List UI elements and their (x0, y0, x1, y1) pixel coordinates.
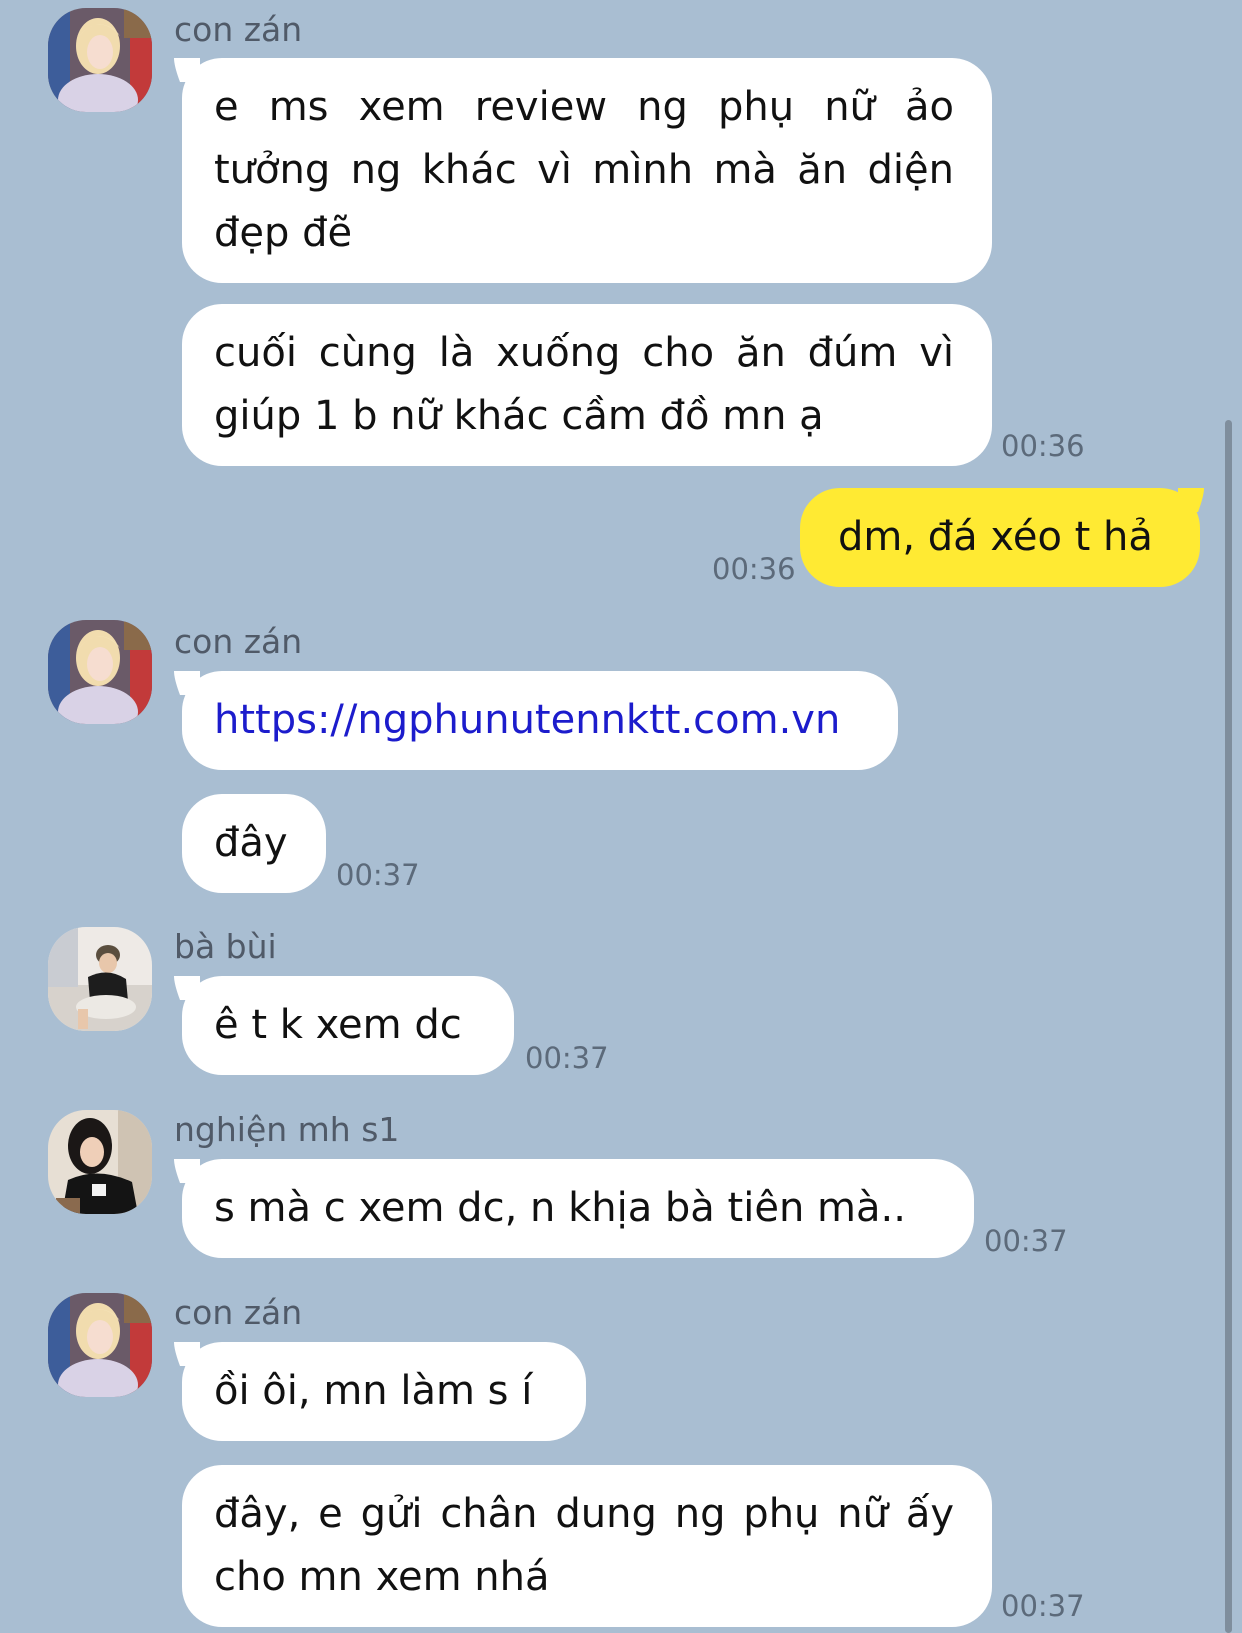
link-message-bubble[interactable]: https://ngphunutennktt.com.vn (182, 671, 898, 770)
message-time: 00:37 (1001, 1589, 1085, 1623)
sender-name: nghiện mh s1 (174, 1110, 400, 1149)
message-bubble[interactable]: ồi ôi, mn làm s í (182, 1342, 586, 1441)
sender-name: con zán (174, 10, 303, 49)
sender-name: bà bùi (174, 927, 277, 966)
scrollbar[interactable] (1225, 420, 1232, 1633)
message-time: 00:36 (712, 552, 796, 586)
message-time: 00:37 (984, 1224, 1068, 1258)
avatar-con-zan[interactable] (48, 620, 152, 724)
message-bubble[interactable]: đây, e gửi chân dung ng phụ nữ ấy cho mn… (182, 1465, 992, 1627)
outgoing-message-bubble[interactable]: dm, đá xéo t hả (800, 488, 1200, 587)
message-time: 00:37 (336, 858, 420, 892)
sender-name: con zán (174, 622, 303, 661)
chat-area[interactable]: con zán e ms xem review ng phụ nữ ảo tưở… (0, 0, 1242, 1633)
avatar-con-zan[interactable] (48, 8, 152, 112)
message-bubble[interactable]: đây (182, 794, 326, 893)
avatar-ba-bui[interactable] (48, 927, 152, 1031)
sender-name: con zán (174, 1293, 303, 1332)
avatar-nghien-mh[interactable] (48, 1110, 152, 1214)
message-time: 00:36 (1001, 429, 1085, 463)
message-bubble[interactable]: cuối cùng là xuống cho ăn đúm vì giúp 1 … (182, 304, 992, 466)
message-link[interactable]: https://ngphunutennktt.com.vn (214, 697, 840, 743)
message-bubble[interactable]: s mà c xem dc, n khịa bà tiên mà.. (182, 1159, 974, 1258)
avatar-con-zan[interactable] (48, 1293, 152, 1397)
message-time: 00:37 (525, 1041, 609, 1075)
message-bubble[interactable]: ê t k xem dc (182, 976, 514, 1075)
message-bubble[interactable]: e ms xem review ng phụ nữ ảo tưởng ng kh… (182, 58, 992, 283)
